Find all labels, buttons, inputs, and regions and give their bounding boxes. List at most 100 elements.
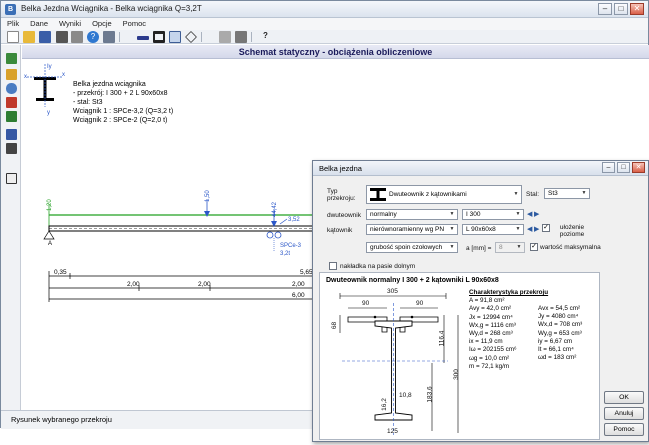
ulozenie-label: ułożenie poziome <box>559 224 585 238</box>
beam-view-icon[interactable] <box>137 36 149 40</box>
prop: iy = 6,67 cm <box>538 337 573 345</box>
dim-row2-c: 6,00 <box>292 292 305 299</box>
nakladka-label: nakładka na pasie dolnym <box>340 263 416 270</box>
load-label-1: 1,50 <box>205 190 211 202</box>
beam-icon[interactable] <box>6 69 17 80</box>
dim-web: 10,8 <box>399 392 412 399</box>
weld-select[interactable]: grubość spoin czołowych ▼ <box>366 242 458 253</box>
dwuteownik-kind-select[interactable]: normalny ▼ <box>366 209 458 220</box>
prev-size-icon[interactable]: ◀ <box>527 210 532 218</box>
table-view-icon[interactable] <box>169 31 181 43</box>
print-icon[interactable] <box>56 31 68 43</box>
i-beam-icon <box>370 188 386 201</box>
prop: Wy,g = 653 cm³ <box>538 329 582 337</box>
help-icon[interactable]: ? <box>87 31 99 43</box>
prop: ωd = 183 cm² <box>538 354 577 362</box>
next-size-icon[interactable]: ▶ <box>534 210 539 218</box>
status-text: Rysunek wybranego przekroju <box>11 415 112 424</box>
maximize-button[interactable]: □ <box>614 3 628 15</box>
katownik-size-select[interactable]: L 90x60x8 ▼ <box>462 224 524 235</box>
menu-wyniki[interactable]: Wyniki <box>53 18 86 30</box>
dim-bottom: 125 <box>387 428 398 435</box>
wartosc-checkbox[interactable]: ✓ <box>530 243 538 251</box>
menu-pomoc[interactable]: Pomoc <box>117 18 151 30</box>
dialog-maximize-button[interactable]: □ <box>617 162 630 173</box>
window-title: Belka Jezdna Wciągnika - Belka wciągnika… <box>21 4 202 13</box>
dim-row2-a: 2,00 <box>198 281 211 288</box>
close-button[interactable]: ✕ <box>630 3 644 15</box>
prop: Wx,g = 1116 cm³ <box>469 321 516 329</box>
dim-300: 300 <box>452 369 460 380</box>
menu-plik[interactable]: Plik <box>1 18 24 30</box>
support-icon[interactable] <box>6 111 17 122</box>
next-angle-icon[interactable]: ▶ <box>534 225 539 233</box>
clipboard-icon[interactable] <box>235 31 247 43</box>
prev-angle-icon[interactable]: ◀ <box>527 225 532 233</box>
prop: A = 91,8 cm² <box>469 297 505 305</box>
menu-dane[interactable]: Dane <box>24 18 53 30</box>
menu-opcje[interactable]: Opcje <box>86 18 117 30</box>
type-label: Typ przekroju: <box>327 188 356 202</box>
prop: m = 72,1 kg/m <box>469 362 510 370</box>
dim-68: 68 <box>331 321 339 330</box>
load-label-left: 1,20 <box>47 199 53 211</box>
prop: Jx = 12994 cm⁴ <box>469 313 513 321</box>
open-folder-icon[interactable] <box>23 31 35 43</box>
chevron-down-icon: ▼ <box>515 211 521 217</box>
main-titlebar[interactable]: B Belka Jezdna Wciągnika - Belka wciągni… <box>1 1 648 18</box>
settings-icon[interactable] <box>103 31 115 43</box>
ok-button[interactable]: OK <box>604 391 644 404</box>
prop: Iω = 202155 cm⁶ <box>469 346 517 354</box>
ulozenie-checkbox[interactable]: ✓ <box>542 224 550 232</box>
dialog-close-button[interactable]: ✕ <box>632 162 645 173</box>
delete-icon[interactable] <box>6 143 17 154</box>
context-help-icon[interactable]: ? <box>263 31 275 43</box>
table-icon[interactable] <box>6 173 17 184</box>
chevron-down-icon: ▼ <box>449 244 455 250</box>
section-symbol-icon <box>27 64 62 107</box>
diamond-icon[interactable] <box>185 31 197 43</box>
info-line: - stal: St3 <box>73 99 103 106</box>
hoist-label: SPCe-3 <box>280 243 302 249</box>
dialog-titlebar[interactable]: Belka jezdna – □ ✕ <box>313 161 648 176</box>
dim-left-90: 90 <box>362 300 370 307</box>
chevron-down-icon: ▼ <box>515 226 521 232</box>
nakladka-checkbox[interactable] <box>329 262 337 270</box>
scheme-icon[interactable] <box>6 53 17 64</box>
axis-label-y: y <box>47 110 50 116</box>
prop: ωg = 10,0 cm² <box>469 354 510 362</box>
info-line: Wciągnik 2 : SPCe-2 (Q=2,0 t) <box>73 117 168 124</box>
app-icon: B <box>5 4 16 15</box>
copy-icon[interactable] <box>219 31 231 43</box>
a-input[interactable]: 8 ▼ <box>495 242 525 253</box>
cancel-button[interactable]: Anuluj <box>604 407 644 420</box>
katownik-label: kątownik <box>327 227 353 234</box>
preview-icon[interactable] <box>71 31 83 43</box>
hoist-icon[interactable] <box>6 83 17 94</box>
support-left <box>43 230 55 240</box>
new-file-icon[interactable] <box>7 31 19 43</box>
load-label-2: 44,42 <box>272 201 278 217</box>
dialog-minimize-button[interactable]: – <box>602 162 615 173</box>
add-item-icon[interactable] <box>6 129 17 140</box>
prop: ix = 11,9 cm <box>469 338 503 346</box>
type-select[interactable]: Dwuteownik z kątownikami ▼ <box>366 185 522 204</box>
toolbar: ? ? <box>1 30 648 44</box>
dim-183: 183,6 <box>426 386 434 403</box>
section-view-icon[interactable] <box>153 31 165 43</box>
save-icon[interactable] <box>39 31 51 43</box>
minimize-button[interactable]: – <box>598 3 612 15</box>
char-title: Charakterystyka przekroju <box>469 289 549 296</box>
help-button[interactable]: Pomoc <box>604 423 644 436</box>
prop: Avy = 42,0 cm² <box>469 305 512 313</box>
load-label-3: 3,52 <box>288 217 300 223</box>
katownik-kind-select[interactable]: nierównoramienny wg PN ▼ <box>366 224 458 235</box>
dwuteownik-size-select[interactable]: I 300 ▼ <box>462 209 524 220</box>
prop: It = 66,1 cm⁴ <box>538 346 574 354</box>
load-icon[interactable] <box>6 97 17 108</box>
steel-select[interactable]: St3 ▼ <box>544 188 590 199</box>
support-label: A <box>48 241 52 247</box>
dim-row1-a: 0,35 <box>54 269 67 276</box>
schema-title: Schemat statyczny - obciążenia obliczeni… <box>238 47 433 57</box>
chevron-down-icon: ▼ <box>513 191 519 197</box>
